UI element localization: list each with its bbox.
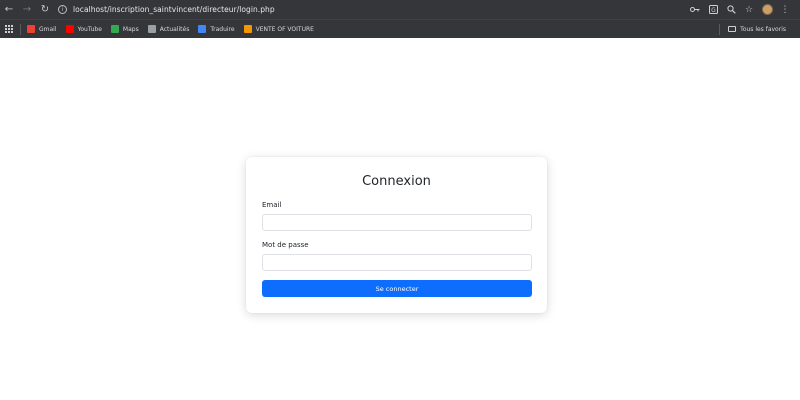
star-bookmark-icon[interactable]: ☆ [740, 0, 758, 19]
menu-kebab-icon[interactable]: ⋮ [776, 0, 794, 19]
browser-toolbar: ← → ↻ i localhost/inscription_saintvince… [0, 0, 800, 19]
bookmark-item[interactable]: YouTube [65, 20, 102, 39]
bookmarks-divider [20, 23, 21, 35]
bookmark-label: VENTE OF VOITURE [255, 25, 314, 33]
toolbar-actions: G ☆ ⋮ [686, 0, 800, 19]
bookmark-item[interactable]: Actualités [147, 20, 190, 39]
bookmarks-list: Gmail YouTube Maps Actualités Traduire VENTE … [27, 20, 323, 39]
email-label: Email [262, 201, 282, 209]
bookmark-label: Maps [122, 25, 139, 33]
back-arrow-icon[interactable]: ← [0, 0, 18, 19]
bookmark-favicon-icon [27, 25, 35, 33]
bookmark-item[interactable]: Gmail [27, 20, 57, 39]
bookmark-favicon-icon [198, 25, 207, 33]
bookmark-label: YouTube [77, 25, 102, 33]
page-title: Connexion [362, 174, 431, 189]
folder-icon [728, 26, 737, 32]
bookmarks-divider [719, 23, 721, 35]
bookmark-item[interactable]: Traduire [198, 20, 235, 39]
login-button[interactable]: Se connecter [262, 280, 532, 297]
all-bookmarks-label: Tous les favoris [740, 25, 786, 33]
bookmark-favicon-icon [65, 25, 74, 33]
reload-icon[interactable]: ↻ [36, 0, 54, 19]
bookmark-label: Gmail [39, 25, 57, 33]
bookmark-label: Traduire [210, 25, 235, 33]
bookmarks-bar: Gmail YouTube Maps Actualités Traduire VENTE … [0, 19, 800, 38]
bookmark-favicon-icon [110, 25, 119, 33]
zoom-icon[interactable] [722, 0, 740, 19]
bookmark-item[interactable]: VENTE OF VOITURE [243, 20, 314, 39]
login-card: Connexion Email Mot de passe Se connecte… [246, 157, 547, 313]
info-icon[interactable]: i [58, 5, 67, 14]
bookmark-favicon-icon [243, 25, 252, 33]
forward-arrow-icon[interactable]: → [18, 0, 36, 19]
bookmark-favicon-icon [147, 25, 156, 33]
password-label: Mot de passe [262, 241, 309, 249]
profile-avatar-icon[interactable] [758, 0, 776, 19]
svg-text:G: G [711, 7, 716, 14]
bookmark-label: Actualités [159, 25, 190, 33]
address-bar[interactable]: i localhost/inscription_saintvincent/dir… [58, 0, 686, 19]
all-bookmarks-button[interactable]: Tous les favoris [728, 20, 800, 39]
bookmark-item[interactable]: Maps [110, 20, 139, 39]
url-text[interactable]: localhost/inscription_saintvincent/direc… [73, 5, 275, 14]
key-icon[interactable] [686, 0, 704, 19]
password-field[interactable] [262, 254, 532, 271]
translate-icon[interactable]: G [704, 0, 722, 19]
email-field[interactable] [262, 214, 532, 231]
apps-grid-icon[interactable] [0, 20, 18, 38]
